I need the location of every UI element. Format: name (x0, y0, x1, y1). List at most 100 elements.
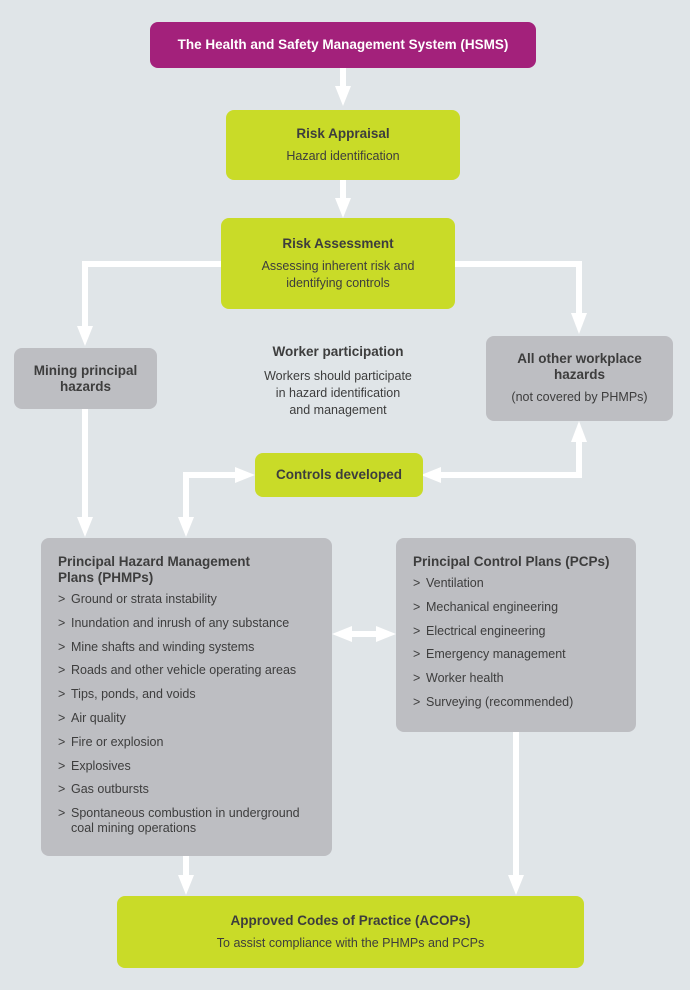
arrow-mining-to-phmps (82, 408, 88, 520)
controls-developed-box: Controls developed (255, 453, 423, 497)
arrowhead (508, 875, 524, 895)
list-item-label: Tips, ponds, and voids (71, 687, 196, 702)
list-item: > Fire or explosion (58, 735, 301, 750)
arrow-assessment-to-other (455, 261, 582, 267)
list-item: > Roads and other vehicle operating areas (58, 663, 301, 678)
list-item: > Worker health (413, 671, 573, 686)
list-item: > Explosives (58, 759, 301, 774)
acops-box: Approved Codes of Practice (ACOPs) To as… (117, 896, 584, 968)
controls-developed-title: Controls developed (275, 467, 402, 482)
worker-participation-title: Worker participation (272, 344, 404, 359)
risk-assessment-subtitle: Assessing inherent risk and identifying … (262, 258, 415, 292)
risk-assessment-box: Risk Assessment Assessing inherent risk … (221, 218, 455, 309)
arrowhead (571, 313, 587, 334)
list-item-label: Mechanical engineering (426, 599, 559, 614)
chevron-right-icon: > (58, 758, 66, 773)
acops-subtitle: To assist compliance with the PHMPs and … (216, 935, 485, 950)
chevron-right-icon: > (58, 687, 66, 702)
hsms-title: The Health and Safety Management System … (177, 37, 509, 52)
list-item: > Gas outbursts (58, 782, 301, 797)
chevron-right-icon: > (58, 782, 66, 797)
list-item-label: Worker health (426, 671, 504, 686)
arrowhead (376, 626, 396, 642)
phmps-title-line: Plans (PHMPs) (58, 570, 154, 585)
chevron-right-icon: > (58, 615, 66, 630)
phmps-box: Principal Hazard Management Plans (PHMPs… (41, 538, 332, 856)
list-item-label: Explosives (71, 758, 131, 773)
worker-participation-line: in hazard identification (275, 386, 401, 400)
arrow-controls-to-phmps (183, 472, 239, 478)
chevron-right-icon: > (413, 576, 421, 590)
list-item: > Emergency management (413, 647, 573, 662)
worker-participation-text: Workers should participate in hazard ide… (238, 368, 438, 419)
list-item-label: Air quality (71, 710, 126, 725)
other-hazards-title: All other workplace hazards (517, 351, 642, 383)
phmps-list: > Ground or strata instability > Inundatio… (58, 592, 301, 845)
chevron-right-icon: > (413, 647, 421, 662)
arrowhead (235, 467, 255, 483)
other-workplace-hazards-box: All other workplace hazards (not covered… (486, 336, 673, 421)
arrowhead (178, 517, 194, 537)
risk-assessment-subtitle-line: Assessing inherent risk and (261, 258, 415, 273)
mining-hazards-title: Mining principal hazards (34, 363, 138, 395)
other-hazards-title-line: All other workplace (517, 351, 642, 366)
chevron-right-icon: > (413, 599, 421, 614)
list-item-label: Inundation and inrush of any substance (71, 615, 290, 630)
phmps-title: Principal Hazard Management Plans (PHMPs… (58, 554, 250, 586)
list-item-label: Surveying (recommended) (426, 694, 574, 709)
list-item-label: Roads and other vehicle operating areas (71, 663, 297, 678)
arrow-controls-to-other (437, 472, 582, 478)
arrowhead (332, 626, 352, 642)
arrowhead (335, 86, 351, 106)
arrowhead (77, 517, 93, 537)
chevron-right-icon: > (58, 639, 66, 654)
hsms-box: The Health and Safety Management System … (150, 22, 536, 68)
list-item: > Mechanical engineering (413, 600, 573, 615)
arrowhead (421, 467, 441, 483)
arrowhead (571, 421, 587, 442)
chevron-right-icon: > (58, 710, 66, 725)
arrow-phmps-to-acops (183, 856, 189, 878)
list-item-label: Spontaneous combustion in underground co… (71, 806, 300, 836)
risk-assessment-subtitle-line: identifying controls (286, 275, 390, 290)
chevron-right-icon: > (413, 671, 421, 686)
arrow-appraisal-to-assessment (340, 180, 346, 200)
risk-assessment-title: Risk Assessment (282, 235, 394, 251)
list-item-label: Gas outbursts (71, 782, 149, 797)
pcps-title: Principal Control Plans (PCPs) (413, 554, 610, 569)
list-item-label: Mine shafts and winding systems (71, 639, 255, 654)
chevron-right-icon: > (58, 663, 66, 678)
chevron-right-icon: > (58, 592, 66, 606)
mining-hazards-title-line: Mining principal (33, 362, 138, 378)
arrow-assessment-to-mining (82, 261, 222, 267)
list-item-label: Ventilation (426, 576, 484, 590)
list-item-label: Electrical engineering (426, 623, 546, 638)
chevron-right-icon: > (413, 694, 421, 709)
pcps-list: > Ventilation > Mechanical engineering > El… (413, 576, 573, 719)
worker-participation-line: and management (289, 403, 387, 417)
list-item: > Mine shafts and winding systems (58, 640, 301, 655)
list-item: > Ventilation (413, 576, 573, 591)
chevron-right-icon: > (58, 734, 66, 749)
arrow-hsms-to-appraisal (340, 68, 346, 88)
risk-appraisal-box: Risk Appraisal Hazard identification (226, 110, 460, 180)
arrow-pcps-to-acops (513, 732, 519, 878)
risk-appraisal-title: Risk Appraisal (296, 125, 390, 141)
mining-hazards-title-line: hazards (59, 378, 112, 394)
list-item: > Inundation and inrush of any substance (58, 616, 301, 631)
arrowhead (77, 326, 93, 346)
list-item: > Air quality (58, 711, 301, 726)
arrowhead (335, 198, 351, 218)
chevron-right-icon: > (413, 623, 421, 638)
acops-title: Approved Codes of Practice (ACOPs) (230, 912, 471, 928)
other-hazards-title-line: hazards (553, 367, 605, 382)
list-item: > Surveying (recommended) (413, 695, 573, 710)
list-item: > Spontaneous combustion in underground c… (58, 806, 301, 836)
other-hazards-subtitle: (not covered by PHMPs) (511, 390, 648, 404)
worker-participation-line: Workers should participate (264, 369, 412, 383)
phmps-title-line: Principal Hazard Management (58, 554, 251, 569)
list-item-label: Emergency management (426, 647, 566, 662)
list-item: > Ground or strata instability (58, 592, 301, 607)
worker-participation: Worker participation Workers should part… (238, 344, 438, 419)
chevron-right-icon: > (58, 806, 66, 821)
